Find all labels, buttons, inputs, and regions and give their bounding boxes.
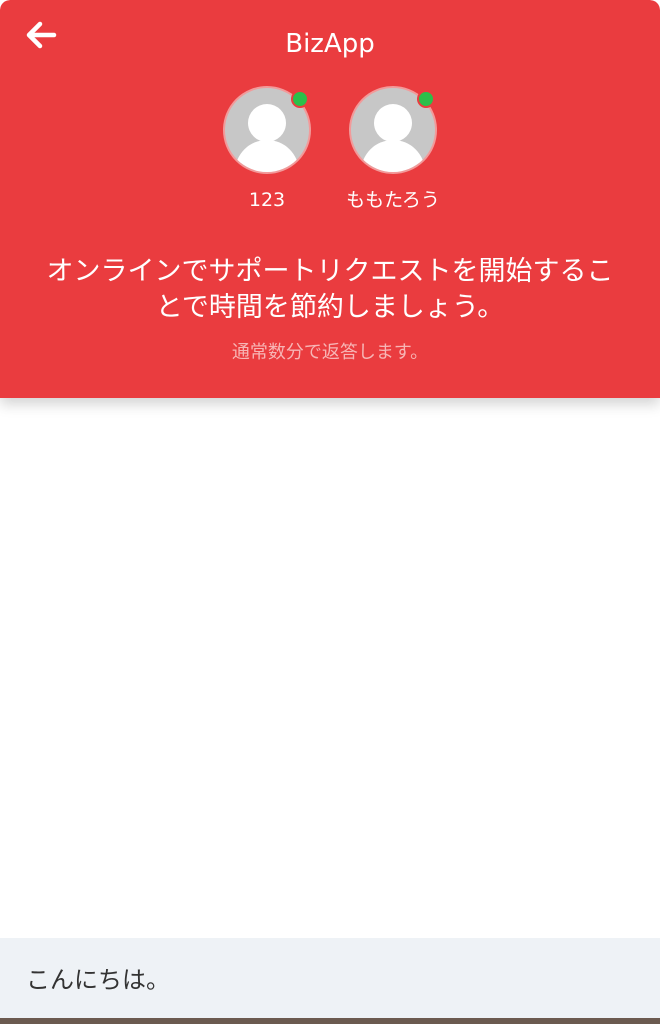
- online-status-indicator: [291, 90, 309, 108]
- chat-header: BizApp 123 ももたろう オンラインでサポートリクエストを開始することで…: [0, 0, 660, 398]
- agent-list: 123 ももたろう: [0, 86, 660, 212]
- agent-card: 123: [221, 86, 313, 212]
- message-input[interactable]: [26, 954, 626, 1000]
- background-strip: [0, 1018, 660, 1024]
- agent-name: 123: [248, 189, 286, 211]
- chat-widget: BizApp 123 ももたろう オンラインでサポートリクエストを開始することで…: [0, 0, 660, 1024]
- avatar: [223, 86, 311, 174]
- response-time-text: 通常数分で返答します。: [231, 342, 429, 363]
- agent-card: ももたろう: [346, 86, 440, 212]
- message-composer: [0, 938, 660, 1018]
- online-status-indicator: [417, 90, 435, 108]
- avatar: [349, 86, 437, 174]
- agent-name: ももたろう: [346, 189, 440, 211]
- intro-message: オンラインでサポートリクエストを開始することで時間を節約しましょう。: [46, 256, 614, 323]
- app-title: BizApp: [285, 29, 375, 59]
- conversation-area: [0, 398, 660, 938]
